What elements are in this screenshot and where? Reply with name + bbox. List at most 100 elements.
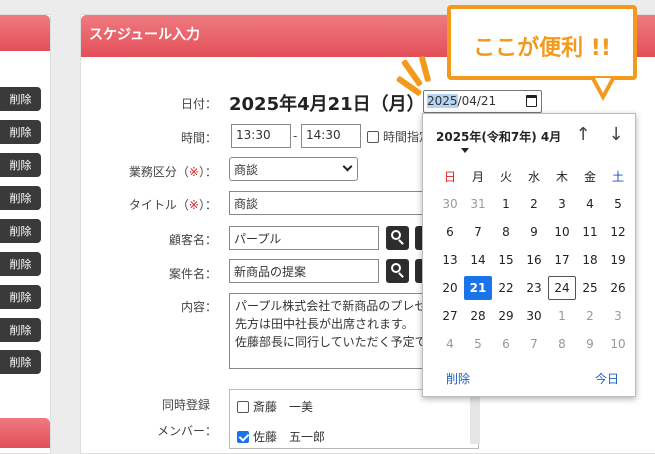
weekday-header: 月 [471, 169, 484, 184]
chevron-down-icon [342, 161, 353, 172]
calendar-month-label[interactable]: 2025年(令和7年) 4月 [436, 128, 561, 145]
calendar-day[interactable]: 20 [436, 276, 464, 300]
title-input[interactable]: 商談 [229, 191, 439, 215]
date-input[interactable]: 2025/04/21 [423, 90, 542, 113]
calendar-day[interactable]: 10 [548, 220, 576, 244]
calendar-day[interactable]: 14 [464, 248, 492, 272]
calendar-day[interactable]: 19 [604, 248, 632, 272]
caret-down-icon[interactable] [461, 148, 469, 153]
calendar-day[interactable]: 2 [520, 192, 548, 216]
calendar-today-button[interactable]: 今日 [595, 370, 619, 387]
left-panel-header [0, 15, 50, 51]
calendar-day[interactable]: 24 [548, 276, 576, 300]
calendar-day[interactable]: 4 [436, 332, 464, 356]
calendar-day[interactable]: 1 [492, 192, 520, 216]
callout-text: ここが便利 !! [473, 36, 611, 61]
date-label: 日付： [180, 97, 217, 111]
calendar-day[interactable]: 28 [464, 304, 492, 328]
content-label: 内容： [180, 300, 217, 314]
calendar-day[interactable]: 31 [464, 192, 492, 216]
time-separator: - [293, 129, 298, 143]
delete-button[interactable]: 削除 [0, 285, 41, 309]
calendar-day[interactable]: 9 [576, 332, 604, 356]
customer-search-button[interactable] [386, 226, 409, 250]
delete-button[interactable]: 削除 [0, 120, 41, 144]
calendar-day[interactable]: 26 [604, 276, 632, 300]
calendar-day[interactable]: 2 [576, 304, 604, 328]
calendar-day[interactable]: 11 [576, 220, 604, 244]
date-input-year: 2025 [427, 94, 458, 108]
delete-button[interactable]: 削除 [0, 153, 41, 177]
time-start-input[interactable]: 13:30 [231, 124, 291, 148]
member-name: 佐藤 五一郎 [253, 430, 326, 444]
calendar-icon[interactable] [526, 95, 537, 107]
delete-button[interactable]: 削除 [0, 87, 41, 111]
calendar-day[interactable]: 8 [492, 220, 520, 244]
calendar-day[interactable]: 13 [436, 248, 464, 272]
title-label: タイトル（※）： [128, 198, 217, 212]
calendar-clear-button[interactable]: 削除 [446, 370, 470, 387]
delete-button[interactable]: 削除 [0, 252, 41, 276]
project-input[interactable]: 新商品の提案 [229, 259, 379, 283]
category-value: 商談 [234, 163, 259, 177]
calendar-day[interactable]: 21 [464, 276, 492, 300]
delete-button[interactable]: 削除 [0, 219, 41, 243]
weekday-header: 水 [527, 169, 540, 184]
calendar-day[interactable]: 3 [548, 192, 576, 216]
category-select[interactable]: 商談 [229, 157, 358, 181]
time-end-input[interactable]: 14:30 [301, 124, 361, 148]
members-label-2: メンバー： [156, 424, 217, 438]
calendar-day[interactable]: 12 [604, 220, 632, 244]
calendar-day[interactable]: 9 [520, 220, 548, 244]
date-picker-popup: 2025年(令和7年) 4月 ↑ ↓ 日月火水木金土 30 31 1 2 3 4 5 6 7 8 9 1… [422, 113, 636, 397]
member-checkbox[interactable] [237, 431, 249, 443]
calendar-day[interactable]: 3 [604, 304, 632, 328]
member-item[interactable]: 佐藤 五一郎 [237, 428, 325, 445]
weekday-header: 木 [555, 169, 568, 184]
arrow-up-icon[interactable]: ↑ [573, 124, 593, 145]
member-list: 斎藤 一美 佐藤 五一郎 [229, 389, 479, 449]
content-textarea[interactable]: パープル株式会社で新商品のプレゼ 先方は田中社長が出席されます。 佐藤部長に同行… [229, 293, 429, 369]
calendar-day[interactable]: 30 [520, 304, 548, 328]
member-name: 斎藤 一美 [253, 400, 314, 414]
calendar-day[interactable]: 7 [464, 220, 492, 244]
calendar-day[interactable]: 8 [548, 332, 576, 356]
category-label: 業務区分（※）： [128, 165, 217, 179]
arrow-down-icon[interactable]: ↓ [606, 124, 626, 145]
calendar-day[interactable]: 6 [436, 220, 464, 244]
calendar-day[interactable]: 4 [576, 192, 604, 216]
calendar-day[interactable]: 17 [548, 248, 576, 272]
member-list-scrollbar[interactable] [470, 389, 480, 444]
calendar-day[interactable]: 30 [436, 192, 464, 216]
calendar-day[interactable]: 5 [464, 332, 492, 356]
calendar-day[interactable]: 18 [576, 248, 604, 272]
date-input-rest: /04/21 [457, 94, 497, 108]
delete-button[interactable]: 削除 [0, 318, 41, 342]
left-panel-footer-header [0, 418, 50, 448]
weekday-header: 火 [499, 169, 512, 184]
calendar-day[interactable]: 15 [492, 248, 520, 272]
delete-button[interactable]: 削除 [0, 350, 41, 374]
calendar-day[interactable]: 6 [492, 332, 520, 356]
calendar-day[interactable]: 29 [492, 304, 520, 328]
calendar-day[interactable]: 25 [576, 276, 604, 300]
calendar-day[interactable]: 16 [520, 248, 548, 272]
weekday-header: 金 [583, 169, 596, 184]
content-line: パープル株式会社で新商品のプレゼ [235, 299, 427, 313]
member-item[interactable]: 斎藤 一美 [237, 398, 313, 415]
delete-button[interactable]: 削除 [0, 186, 41, 210]
page-title: スケジュール入力 [89, 27, 201, 43]
calendar-day[interactable]: 5 [604, 192, 632, 216]
calendar-day[interactable]: 23 [520, 276, 548, 300]
calendar-day[interactable]: 27 [436, 304, 464, 328]
time-unspecified-checkbox[interactable] [367, 131, 379, 143]
project-search-button[interactable] [386, 259, 409, 283]
customer-input[interactable]: パープル [229, 226, 379, 250]
date-display: 2025年4月21日（月） [229, 94, 425, 115]
calendar-day[interactable]: 22 [492, 276, 520, 300]
calendar-day[interactable]: 10 [604, 332, 632, 356]
calendar-day[interactable]: 7 [520, 332, 548, 356]
member-checkbox[interactable] [237, 401, 249, 413]
weekday-header: 土 [611, 169, 624, 184]
calendar-day[interactable]: 1 [548, 304, 576, 328]
